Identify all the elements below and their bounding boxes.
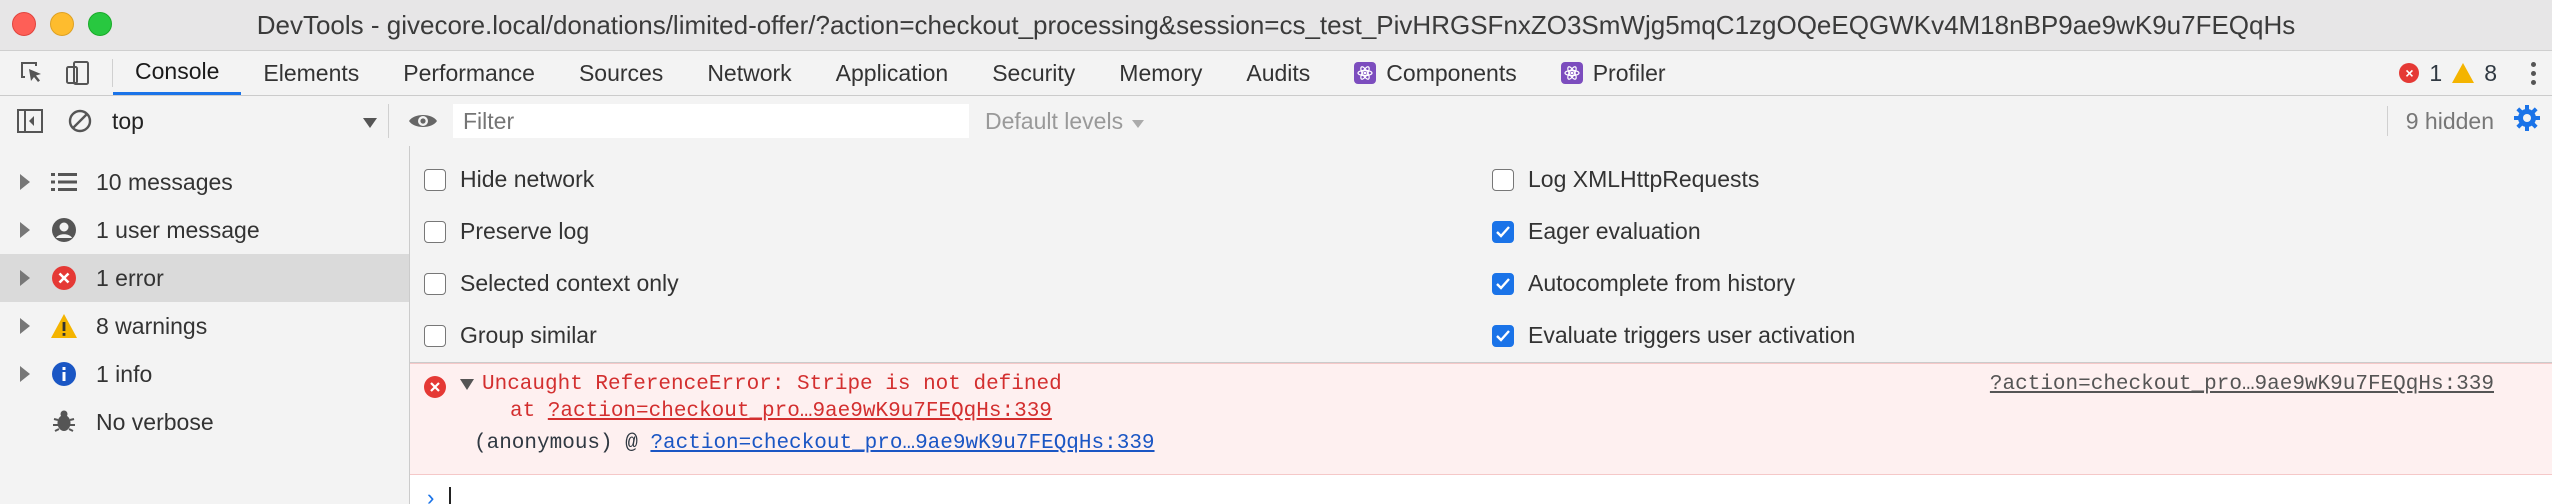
checkbox[interactable] [424,272,446,295]
error-icon [424,376,446,398]
expand-caret-icon[interactable] [20,366,30,382]
checkbox[interactable] [1492,168,1514,191]
dropdown-arrow-icon [362,108,378,135]
zoom-window-button[interactable] [88,12,112,36]
error-icon [50,264,78,292]
window-controls [12,12,112,36]
tool-icons [0,59,113,87]
user-icon [50,216,78,244]
console-content: Hide network Preserve log Selected conte… [410,146,2552,504]
issue-counters[interactable]: × 1 8 [2399,51,2552,95]
title-bar: DevTools - givecore.local/donations/limi… [0,0,2552,51]
checkbox-checked[interactable] [1492,220,1514,243]
setting-group-similar[interactable]: Group similar [424,322,597,349]
anonymous-frame-link[interactable]: ?action=checkout_pro…9ae9wK9u7FEQqHs:339 [650,432,1154,455]
sidebar-item-user-messages[interactable]: 1 user message [0,206,409,254]
expand-caret-icon[interactable] [20,318,30,334]
checkbox[interactable] [424,220,446,243]
tab-components[interactable]: Components [1332,51,1538,95]
collapse-triangle-icon[interactable] [460,379,474,390]
console-sidebar: 10 messages 1 user message 1 error 8 war… [0,146,410,504]
checkbox[interactable] [424,168,446,191]
tab-memory[interactable]: Memory [1097,51,1224,95]
console-body: 10 messages 1 user message 1 error 8 war… [0,146,2552,504]
tab-console[interactable]: Console [113,51,242,95]
tab-elements[interactable]: Elements [241,51,381,95]
checkbox-checked[interactable] [1492,272,1514,295]
sidebar-item-info[interactable]: 1 info [0,350,409,398]
more-options-icon[interactable] [2531,61,2536,85]
error-count: 1 [2429,59,2443,86]
expand-caret-icon[interactable] [20,174,30,190]
tab-application[interactable]: Application [814,51,971,95]
console-error-message: Uncaught ReferenceError: Stripe is not d… [410,363,2552,475]
error-icon: × [2399,63,2420,83]
info-icon [50,360,78,388]
console-toolbar: top Default levels 9 hidden [0,96,2552,147]
tabs: Console Elements Performance Sources Net… [113,51,1688,95]
expand-caret-icon[interactable] [20,222,30,238]
error-text-line[interactable]: Uncaught ReferenceError: Stripe is not d… [460,373,1062,396]
setting-preserve-log[interactable]: Preserve log [424,218,589,245]
sidebar-item-errors[interactable]: 1 error [0,254,409,302]
react-icon [1354,62,1377,84]
tab-profiler[interactable]: Profiler [1539,51,1688,95]
list-icon [50,168,78,196]
minimize-window-button[interactable] [50,12,74,36]
warning-icon [2452,63,2475,83]
window-title: DevTools - givecore.local/donations/limi… [256,9,2296,40]
sidebar-item-messages[interactable]: 10 messages [0,158,409,206]
context-value: top [112,107,144,134]
hidden-count: 9 hidden [2405,107,2494,134]
inspect-element-icon[interactable] [18,59,46,87]
setting-evaluate-triggers-user-activation[interactable]: Evaluate triggers user activation [1492,322,1855,349]
settings-gear-icon[interactable] [2512,103,2542,139]
checkbox-checked[interactable] [1492,324,1514,347]
live-expression-eye-icon[interactable] [407,105,439,137]
tab-sources[interactable]: Sources [557,51,685,95]
stack-frame: at ?action=checkout_pro…9ae9wK9u7FEQqHs:… [510,400,1052,423]
console-settings-pane: Hide network Preserve log Selected conte… [410,146,2552,363]
error-message: Uncaught ReferenceError: Stripe is not d… [482,373,1062,396]
setting-eager-evaluation[interactable]: Eager evaluation [1492,218,1701,245]
clear-console-icon[interactable] [64,105,96,137]
source-location-link[interactable]: ?action=checkout_pro…9ae9wK9u7FEQqHs:339 [1990,373,2494,396]
filter-input[interactable] [453,104,969,138]
prompt-chevron-icon: › [424,486,438,504]
log-levels-dropdown[interactable]: Default levels [985,108,1145,135]
sidebar-item-verbose[interactable]: No verbose [0,398,409,446]
toolbar-right: 9 hidden [2386,96,2542,146]
panel-tab-bar: Console Elements Performance Sources Net… [0,51,2552,96]
check-icon [1496,225,1510,238]
devtools-window: DevTools - givecore.local/donations/limi… [0,0,2552,504]
setting-autocomplete-from-history[interactable]: Autocomplete from history [1492,270,1795,297]
react-icon [1560,62,1583,84]
tab-security[interactable]: Security [970,51,1097,95]
dropdown-arrow-icon [1131,108,1145,135]
toggle-sidebar-icon[interactable] [14,105,46,137]
check-icon [1496,277,1510,290]
bug-icon [50,408,78,436]
setting-hide-network[interactable]: Hide network [424,166,594,193]
setting-log-xmlhttprequests[interactable]: Log XMLHttpRequests [1492,166,1759,193]
expand-caret-icon[interactable] [20,270,30,286]
context-selector[interactable]: top [112,104,389,138]
checkbox[interactable] [424,324,446,347]
check-icon [1496,329,1510,342]
tab-audits[interactable]: Audits [1224,51,1332,95]
divider [2386,106,2388,136]
sidebar-item-warnings[interactable]: 8 warnings [0,302,409,350]
warning-icon [50,312,78,340]
console-prompt[interactable]: › [410,484,2552,504]
tab-network[interactable]: Network [685,51,813,95]
device-toolbar-icon[interactable] [64,59,92,87]
setting-selected-context-only[interactable]: Selected context only [424,270,679,297]
stack-frame-link[interactable]: ?action=checkout_pro…9ae9wK9u7FEQqHs:339 [548,400,1052,423]
text-cursor [449,487,452,504]
warning-count: 8 [2484,59,2497,86]
stack-frame-anonymous: (anonymous) @ ?action=checkout_pro…9ae9w… [474,432,1155,455]
close-window-button[interactable] [12,12,36,36]
tab-performance[interactable]: Performance [381,51,557,95]
